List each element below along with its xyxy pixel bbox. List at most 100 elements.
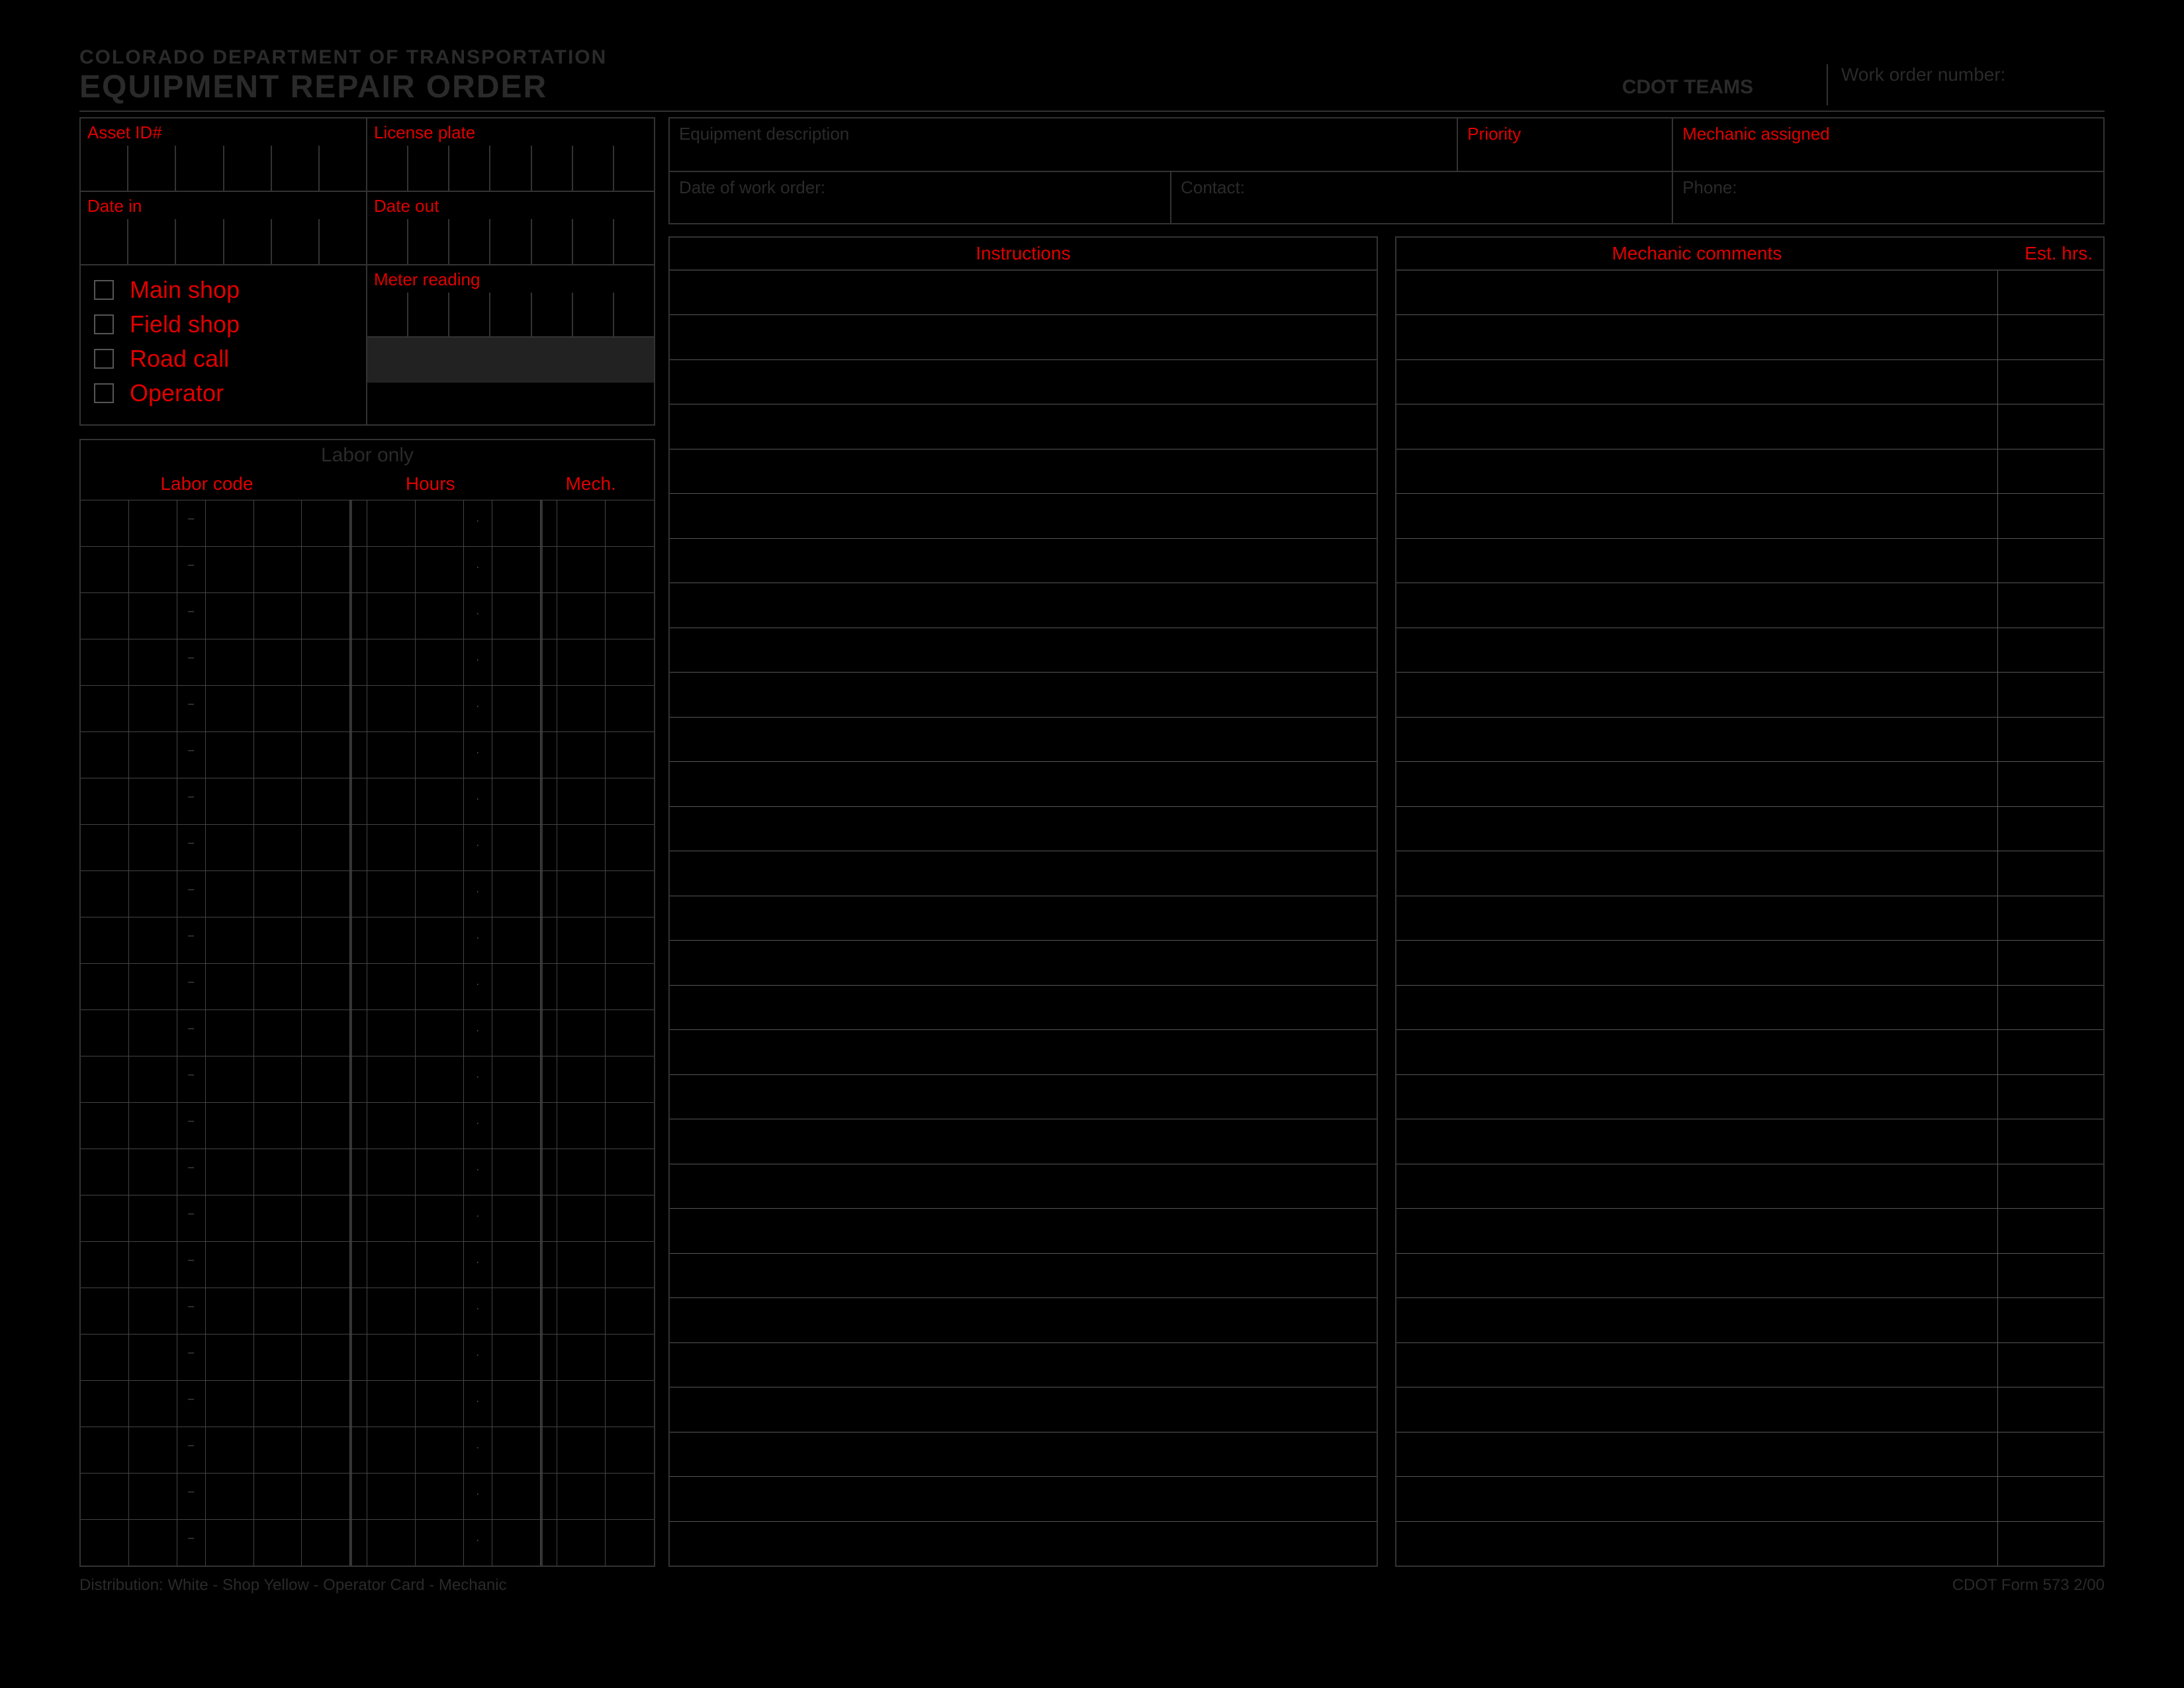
- instruction-line[interactable]: [670, 1522, 1377, 1566]
- instruction-line[interactable]: [670, 1343, 1377, 1387]
- contact-field[interactable]: Contact:: [1171, 172, 1673, 223]
- labor-row[interactable]: –.: [81, 1149, 654, 1195]
- labor-row[interactable]: –.: [81, 963, 654, 1009]
- labor-rows[interactable]: –.–.–.–.–.–.–.–.–.–.–.–.–.–.–.–.–.–.–.–.…: [81, 500, 654, 1566]
- instruction-line[interactable]: [670, 986, 1377, 1030]
- labor-row[interactable]: –.: [81, 870, 654, 917]
- labor-row[interactable]: –.: [81, 546, 654, 592]
- instruction-line[interactable]: [670, 718, 1377, 762]
- comment-line[interactable]: [1396, 986, 2103, 1030]
- labor-row[interactable]: –.: [81, 1288, 654, 1334]
- instruction-line[interactable]: [670, 494, 1377, 538]
- labor-row[interactable]: –.: [81, 1056, 654, 1102]
- instruction-line[interactable]: [670, 539, 1377, 583]
- labor-row[interactable]: –.: [81, 639, 654, 685]
- labor-row[interactable]: –.: [81, 731, 654, 778]
- instruction-line[interactable]: [670, 1075, 1377, 1119]
- comment-line[interactable]: [1396, 762, 2103, 806]
- equipment-description-field[interactable]: Equipment description: [670, 118, 1458, 172]
- instruction-line[interactable]: [670, 1030, 1377, 1074]
- check-operator[interactable]: Operator: [94, 379, 353, 407]
- labor-row[interactable]: –.: [81, 1009, 654, 1056]
- comment-line[interactable]: [1396, 404, 2103, 449]
- comment-line[interactable]: [1396, 1164, 2103, 1209]
- comment-line[interactable]: [1396, 449, 2103, 494]
- comment-line[interactable]: [1396, 1477, 2103, 1521]
- labor-row[interactable]: –.: [81, 1102, 654, 1149]
- comment-line[interactable]: [1396, 807, 2103, 851]
- check-field-shop[interactable]: Field shop: [94, 310, 353, 338]
- comment-line[interactable]: [1396, 271, 2103, 315]
- meter-reading-cells[interactable]: [367, 293, 654, 338]
- comment-line[interactable]: [1396, 494, 2103, 538]
- instruction-line[interactable]: [670, 1254, 1377, 1298]
- instruction-line[interactable]: [670, 1477, 1377, 1521]
- instruction-line[interactable]: [670, 807, 1377, 851]
- date-of-work-order-field[interactable]: Date of work order:: [670, 172, 1171, 223]
- labor-hours-header: Hours: [333, 473, 527, 494]
- instruction-line[interactable]: [670, 315, 1377, 359]
- comment-line[interactable]: [1396, 1209, 2103, 1253]
- instruction-line[interactable]: [670, 1164, 1377, 1209]
- date-in-cells[interactable]: [81, 219, 366, 264]
- instruction-line[interactable]: [670, 896, 1377, 941]
- labor-row[interactable]: –.: [81, 1473, 654, 1519]
- labor-row[interactable]: –.: [81, 1380, 654, 1427]
- asset-id-cells[interactable]: [81, 146, 366, 191]
- date-out-cells[interactable]: [367, 219, 654, 264]
- labor-row[interactable]: –.: [81, 1195, 654, 1241]
- comment-line[interactable]: [1396, 583, 2103, 628]
- comment-line[interactable]: [1396, 1254, 2103, 1298]
- instruction-line[interactable]: [670, 851, 1377, 896]
- labor-row[interactable]: –.: [81, 824, 654, 870]
- instruction-line[interactable]: [670, 1209, 1377, 1253]
- check-road-call[interactable]: Road call: [94, 345, 353, 373]
- labor-row[interactable]: –.: [81, 1241, 654, 1288]
- instruction-line[interactable]: [670, 583, 1377, 628]
- comment-line[interactable]: [1396, 1432, 2103, 1477]
- instruction-line[interactable]: [670, 762, 1377, 806]
- comment-line[interactable]: [1396, 360, 2103, 404]
- instruction-line[interactable]: [670, 404, 1377, 449]
- check-main-shop[interactable]: Main shop: [94, 276, 353, 304]
- instruction-line[interactable]: [670, 271, 1377, 315]
- mechanic-assigned-field[interactable]: Mechanic assigned: [1673, 118, 2103, 172]
- comment-line[interactable]: [1396, 539, 2103, 583]
- labor-row[interactable]: –.: [81, 1427, 654, 1473]
- phone-field[interactable]: Phone:: [1673, 172, 2103, 223]
- comment-line[interactable]: [1396, 718, 2103, 762]
- priority-field[interactable]: Priority: [1458, 118, 1673, 172]
- comment-line[interactable]: [1396, 1298, 2103, 1342]
- labor-row[interactable]: –.: [81, 1519, 654, 1566]
- instruction-line[interactable]: [670, 360, 1377, 404]
- license-plate-cells[interactable]: [367, 146, 654, 191]
- comments-lines[interactable]: [1396, 271, 2103, 1566]
- instruction-line[interactable]: [670, 673, 1377, 717]
- instruction-line[interactable]: [670, 1432, 1377, 1477]
- instruction-line[interactable]: [670, 1298, 1377, 1342]
- labor-row[interactable]: –.: [81, 592, 654, 639]
- comment-line[interactable]: [1396, 315, 2103, 359]
- instruction-line[interactable]: [670, 449, 1377, 494]
- labor-row[interactable]: –.: [81, 1334, 654, 1380]
- labor-row[interactable]: –.: [81, 917, 654, 963]
- labor-row[interactable]: –.: [81, 778, 654, 824]
- comment-line[interactable]: [1396, 1119, 2103, 1164]
- comment-line[interactable]: [1396, 1522, 2103, 1566]
- comment-line[interactable]: [1396, 1387, 2103, 1432]
- comment-line[interactable]: [1396, 628, 2103, 673]
- comment-line[interactable]: [1396, 941, 2103, 985]
- comment-line[interactable]: [1396, 1075, 2103, 1119]
- instruction-line[interactable]: [670, 1387, 1377, 1432]
- comment-line[interactable]: [1396, 896, 2103, 941]
- comment-line[interactable]: [1396, 673, 2103, 717]
- labor-row[interactable]: –.: [81, 500, 654, 546]
- instruction-line[interactable]: [670, 628, 1377, 673]
- comment-line[interactable]: [1396, 1343, 2103, 1387]
- comment-line[interactable]: [1396, 1030, 2103, 1074]
- comment-line[interactable]: [1396, 851, 2103, 896]
- instructions-lines[interactable]: [670, 271, 1377, 1566]
- labor-row[interactable]: –.: [81, 685, 654, 731]
- instruction-line[interactable]: [670, 941, 1377, 985]
- instruction-line[interactable]: [670, 1119, 1377, 1164]
